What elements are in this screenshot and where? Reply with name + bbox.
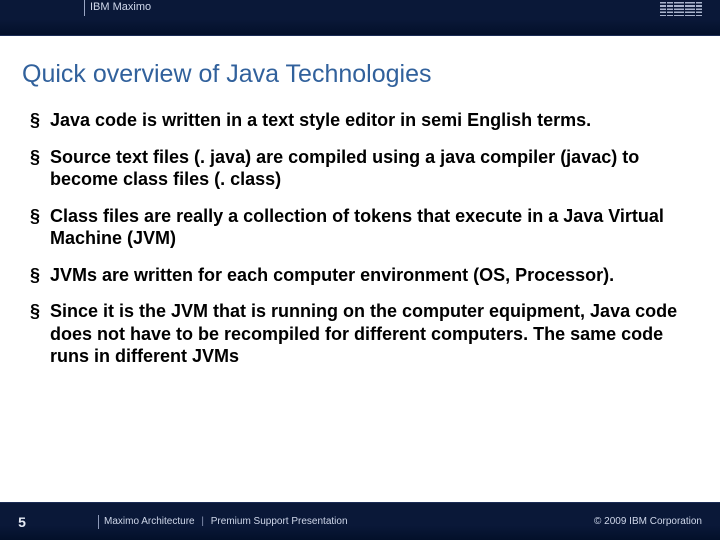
product-name: IBM Maximo <box>90 0 151 13</box>
bullet-list: Java code is written in a text style edi… <box>22 109 698 368</box>
ibm-logo-bar <box>696 2 702 16</box>
list-item: JVMs are written for each computer envir… <box>50 264 698 287</box>
content-area: Quick overview of Java Technologies Java… <box>0 36 720 502</box>
list-item: Source text files (. java) are compiled … <box>50 146 698 191</box>
footer-bar: 5 Maximo Architecture | Premium Support … <box>0 502 720 540</box>
copyright-text: © 2009 IBM Corporation <box>594 516 720 527</box>
ibm-logo-bar <box>660 2 666 16</box>
header-divider <box>84 0 85 16</box>
list-item: Since it is the JVM that is running on t… <box>50 300 698 368</box>
breadcrumb-separator: | <box>197 516 208 527</box>
list-item: Class files are really a collection of t… <box>50 205 698 250</box>
ibm-logo-bar <box>685 2 695 16</box>
breadcrumb-item: Premium Support Presentation <box>211 516 348 527</box>
ibm-logo-bar <box>674 2 684 16</box>
footer-divider <box>98 515 99 529</box>
page-number: 5 <box>0 514 44 530</box>
list-item: Java code is written in a text style edi… <box>50 109 698 132</box>
breadcrumb-item: Maximo Architecture <box>104 516 195 527</box>
ibm-logo <box>660 2 702 16</box>
page-title: Quick overview of Java Technologies <box>22 60 698 89</box>
slide: IBM Maximo Quick overview of Java Techno… <box>0 0 720 540</box>
header-bar: IBM Maximo <box>0 0 720 36</box>
breadcrumb: Maximo Architecture | Premium Support Pr… <box>44 516 594 527</box>
ibm-logo-bar <box>667 2 673 16</box>
